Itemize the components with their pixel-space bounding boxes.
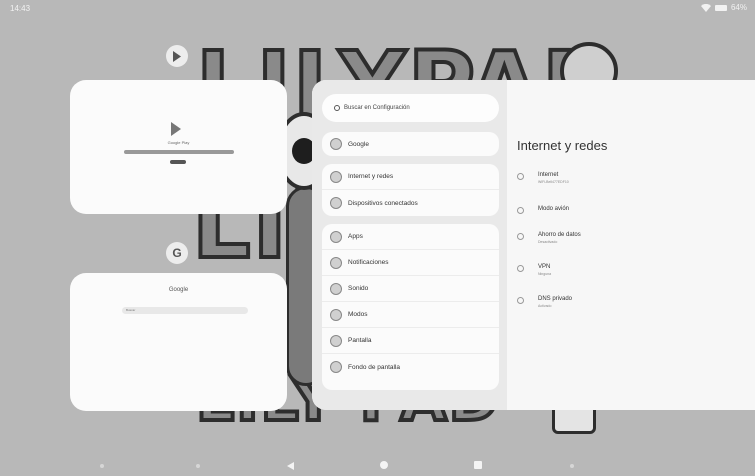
settings-group-network: Internet y redes Dispositivos conectados [322,164,499,216]
settings-item-label: Dispositivos conectados [348,199,418,207]
search-placeholder: Buscar en Configuración [344,105,410,111]
network-item-internet[interactable]: Internet WiFi-Bell477EDF10 [517,172,569,184]
network-icon [330,170,342,183]
google-play-logo-icon [171,122,181,136]
settings-item-display[interactable]: Pantalla [322,328,499,354]
network-item-title: Ahorro de datos [538,232,581,238]
recent-app-card-play-store[interactable]: Google Play [70,80,287,214]
settings-item-label: Pantalla [348,337,372,344]
status-time: 14:43 [10,4,31,13]
network-item-data-saver[interactable]: Ahorro de datos Desactivado [517,232,581,244]
settings-item-sound[interactable]: Sonido [322,276,499,302]
wifi-icon [700,3,711,12]
play-store-icon[interactable] [166,45,188,67]
airplane-icon [517,207,524,214]
apps-icon [330,230,342,243]
data-saver-icon [517,233,524,240]
play-card-title: Google Play [167,140,190,145]
recent-app-card-google[interactable]: Google Buscar [70,273,287,411]
play-card-button [170,160,186,164]
settings-item-label: Modos [348,311,368,318]
settings-detail-pane: Internet y redes Internet WiFi-Bell477ED… [507,80,755,410]
settings-item-label: Google [348,140,369,148]
settings-item-label: Notificaciones [348,259,389,266]
settings-item-google[interactable]: Google [322,132,499,156]
bell-icon [330,256,342,269]
settings-group-google: Google [322,132,499,156]
navigation-bar [0,452,755,476]
network-item-subtitle: Ninguna [538,272,552,276]
settings-item-internet[interactable]: Internet y redes [322,164,499,190]
display-icon [330,334,342,347]
network-item-private-dns[interactable]: DNS privado Activado [517,296,572,308]
recents-icon[interactable] [474,461,482,469]
google-g-icon[interactable]: G [166,242,188,264]
settings-item-label: Sonido [348,285,369,292]
network-item-subtitle: WiFi-Bell477EDF10 [538,180,569,184]
settings-window[interactable]: Buscar en Configuración Google Internet … [312,80,755,410]
dns-icon [517,297,524,304]
settings-item-modes[interactable]: Modos [322,302,499,328]
settings-group-apps: Apps Notificaciones Sonido Modos Pantall… [322,224,499,390]
network-item-title: Modo avión [538,206,570,212]
vpn-icon [517,265,524,272]
play-card-text-line [124,150,234,154]
settings-item-connected-devices[interactable]: Dispositivos conectados [322,190,499,216]
google-card-search-bar: Buscar [122,307,248,314]
nav-extra-icon [570,464,574,468]
google-settings-icon [330,138,342,150]
network-item-title: DNS privado [538,296,573,302]
network-item-vpn[interactable]: VPN Ninguna [517,264,551,276]
modes-icon [330,308,342,321]
network-item-title: Internet [538,172,559,178]
settings-item-label: Apps [348,233,363,240]
wifi-icon [517,173,524,180]
home-icon[interactable] [380,461,388,469]
nav-extra-icon [100,464,104,468]
back-icon[interactable] [287,462,294,470]
settings-item-notifications[interactable]: Notificaciones [322,250,499,276]
status-bar: 14:43 64% [0,0,755,18]
play-triangle-icon [173,50,181,62]
network-item-title: VPN [538,264,551,270]
battery-percent: 64% [730,3,747,12]
nav-extra-icon [196,464,200,468]
network-item-airplane[interactable]: Modo avión [517,206,569,214]
search-icon [334,105,340,111]
wallpaper-icon [330,361,342,373]
settings-item-wallpaper[interactable]: Fondo de pantalla [322,354,499,380]
network-item-subtitle: Desactivado [538,240,558,244]
battery-icon [714,4,727,11]
network-item-subtitle: Activado [538,304,552,308]
settings-menu-pane: Buscar en Configuración Google Internet … [312,80,507,410]
sound-icon [330,282,342,295]
settings-search-input[interactable]: Buscar en Configuración [322,94,499,122]
settings-item-label: Internet y redes [348,173,394,180]
devices-icon [330,197,342,209]
page-title: Internet y redes [517,138,608,153]
settings-item-label: Fondo de pantalla [348,363,401,371]
google-card-title: Google [168,287,189,293]
status-icons: 64% [700,3,747,12]
settings-item-apps[interactable]: Apps [322,224,499,250]
